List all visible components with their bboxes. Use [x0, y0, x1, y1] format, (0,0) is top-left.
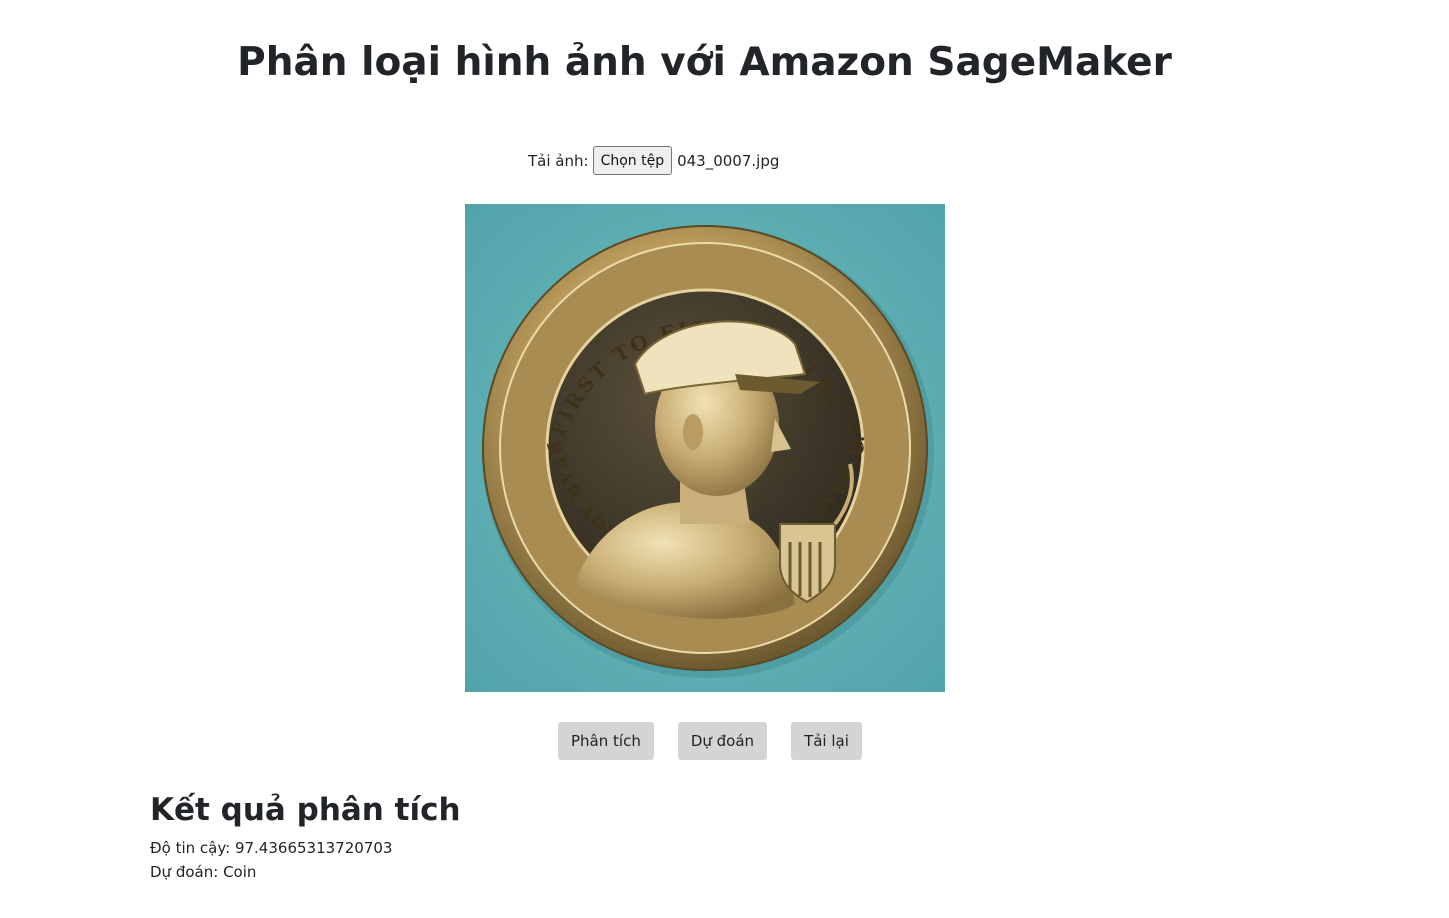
analyze-button[interactable]: Phân tích — [558, 722, 654, 760]
results-heading: Kết quả phân tích — [150, 792, 461, 828]
upload-label: Tải ảnh: — [528, 151, 589, 170]
selected-file-name: 043_0007.jpg — [677, 151, 780, 170]
reload-button[interactable]: Tải lại — [791, 722, 862, 760]
choose-file-button[interactable]: Chọn tệp — [592, 146, 673, 175]
prediction-label: Dự đoán: — [150, 863, 219, 881]
predict-button[interactable]: Dự đoán — [677, 722, 768, 760]
uploaded-image-preview: FIRST TO FLY OVER THE SOUTH POLE REAR AD… — [465, 204, 945, 692]
action-buttons: Phân tích Dự đoán Tải lại — [558, 722, 862, 760]
confidence-value: 97.43665313720703 — [234, 839, 393, 857]
page-title: Phân loại hình ảnh với Amazon SageMaker — [237, 40, 1172, 85]
confidence-line: Độ tin cậy: 97.43665313720703 — [150, 839, 392, 857]
prediction-value: Coin — [223, 863, 257, 881]
confidence-label: Độ tin cậy: — [150, 839, 231, 857]
coin-image: FIRST TO FLY OVER THE SOUTH POLE REAR AD… — [465, 204, 945, 692]
upload-row: Tải ảnh: Chọn tệp 043_0007.jpg — [528, 146, 779, 175]
prediction-line: Dự đoán: Coin — [150, 863, 256, 881]
